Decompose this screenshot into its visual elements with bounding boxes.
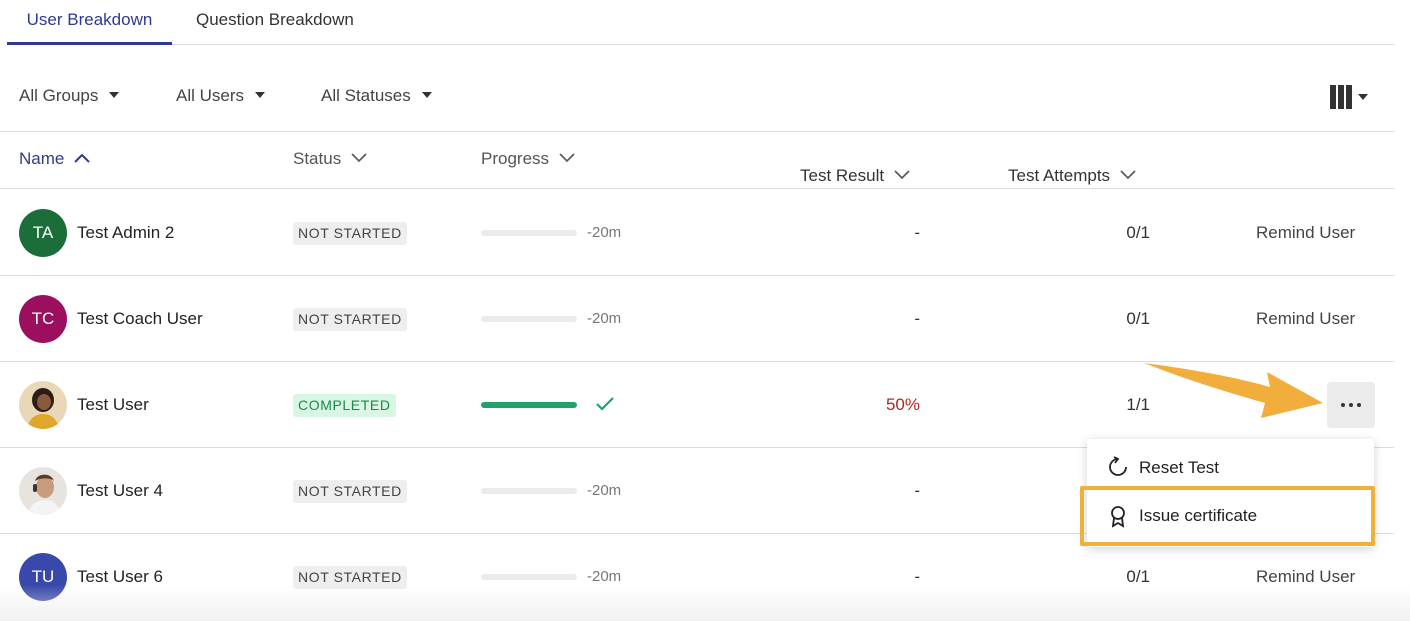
chevron-down-icon (1120, 170, 1136, 180)
test-result-column-label: Test Result (800, 166, 885, 185)
chevron-down-icon (351, 153, 367, 163)
status-badge: COMPLETED (293, 394, 396, 417)
test-result: 50% (885, 395, 920, 414)
reset-test-menu-item[interactable]: Reset Test (1087, 443, 1374, 491)
test-result: - (914, 567, 920, 586)
remind-user-link[interactable]: Remind User (1256, 309, 1355, 329)
column-settings-button[interactable] (1330, 85, 1378, 111)
highlight-box (1080, 486, 1375, 546)
annotation-arrow-icon (1144, 363, 1323, 418)
sort-test-result[interactable]: Test Result (800, 166, 920, 186)
test-attempts-column-label: Test Attempts (1008, 166, 1111, 185)
caret-down-icon (421, 92, 432, 98)
chevron-down-icon (559, 153, 575, 163)
tab-question-breakdown[interactable]: Question Breakdown (196, 0, 354, 45)
avatar: TA (19, 209, 67, 257)
status-badge: NOT STARTED (293, 222, 407, 245)
user-photo (19, 467, 67, 515)
avatar (19, 467, 67, 515)
test-result: - (914, 223, 920, 242)
caret-down-icon (1358, 94, 1368, 100)
more-dots-icon (1349, 403, 1353, 407)
users-filter-label: All Users (176, 86, 245, 105)
table-header: Name Status Progress Test Result Test At… (0, 131, 1394, 189)
avatar (19, 381, 67, 429)
user-name: Test User 4 (77, 481, 163, 500)
reset-test-label: Reset Test (1139, 458, 1220, 477)
time-estimate: -20m (587, 568, 622, 585)
table-row: TC Test Coach User NOT STARTED -20m - 0/… (0, 275, 1394, 362)
tab-user-breakdown[interactable]: User Breakdown (7, 0, 172, 45)
groups-filter[interactable]: All Groups (19, 86, 120, 106)
more-actions-button[interactable] (1327, 382, 1375, 428)
avatar: TC (19, 295, 67, 343)
sort-name[interactable]: Name (19, 149, 91, 169)
test-result: - (914, 309, 920, 328)
statuses-filter[interactable]: All Statuses (321, 86, 432, 106)
tab-bar: User Breakdown Question Breakdown (7, 0, 1394, 45)
more-dots-icon (1357, 403, 1361, 407)
bottom-shadow (0, 585, 1410, 621)
user-name: Test Coach User (77, 309, 203, 328)
name-column-label: Name (19, 149, 65, 168)
user-name: Test User 6 (77, 567, 163, 586)
test-result: - (914, 481, 920, 500)
sort-status[interactable]: Status (293, 149, 367, 169)
test-attempts: 0/1 (1126, 567, 1150, 586)
time-estimate: -20m (587, 224, 622, 241)
progress-bar (481, 574, 577, 580)
time-estimate: -20m (587, 310, 622, 327)
test-attempts: 0/1 (1126, 223, 1150, 242)
refresh-icon (1109, 456, 1127, 476)
test-attempts: 0/1 (1126, 309, 1150, 328)
user-photo (19, 381, 67, 429)
user-name: Test User (77, 395, 149, 414)
status-column-label: Status (293, 149, 342, 168)
columns-icon-bar (1346, 85, 1352, 109)
checkmark-icon (596, 397, 614, 411)
status-badge: NOT STARTED (293, 308, 407, 331)
progress-bar (481, 488, 577, 494)
progress-bar (481, 230, 577, 236)
users-filter[interactable]: All Users (176, 86, 266, 106)
status-badge: NOT STARTED (293, 480, 407, 503)
user-name: Test Admin 2 (77, 223, 175, 242)
progress-column-label: Progress (481, 149, 550, 168)
progress-fill (481, 402, 577, 408)
columns-icon (1330, 85, 1336, 109)
statuses-filter-label: All Statuses (321, 86, 411, 105)
chevron-down-icon (894, 170, 910, 180)
time-estimate: -20m (587, 482, 622, 499)
progress-bar (481, 402, 577, 408)
caret-down-icon (255, 92, 266, 98)
columns-icon-bar (1338, 85, 1344, 109)
remind-user-link[interactable]: Remind User (1256, 223, 1355, 243)
more-dots-icon (1341, 403, 1345, 407)
groups-filter-label: All Groups (19, 86, 99, 105)
remind-user-link[interactable]: Remind User (1256, 567, 1355, 587)
table-row: TA Test Admin 2 NOT STARTED -20m - 0/1 R… (0, 189, 1394, 276)
caret-down-icon (109, 92, 120, 98)
chevron-up-icon (74, 153, 91, 163)
sort-test-attempts[interactable]: Test Attempts (1008, 166, 1150, 186)
sort-progress[interactable]: Progress (481, 149, 575, 169)
progress-bar (481, 316, 577, 322)
